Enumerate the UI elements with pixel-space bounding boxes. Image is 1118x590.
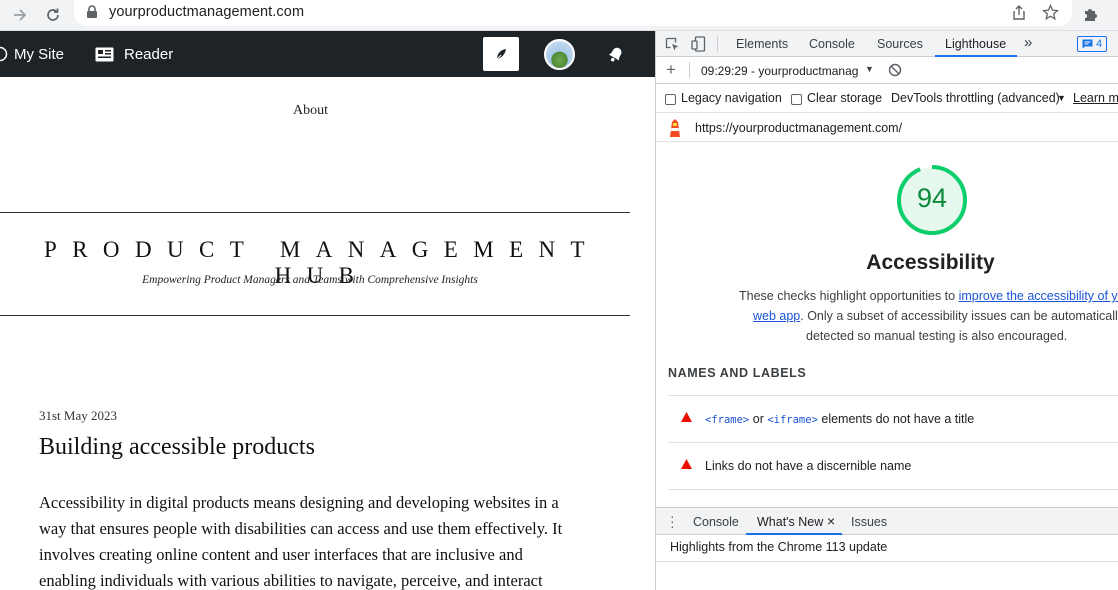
drawer-tab-bar: · · · Console What's New × Issues: [656, 507, 1118, 535]
clear-all-icon[interactable]: [888, 63, 902, 77]
desc-line-3: detected so manual testing is also encou…: [806, 329, 1068, 343]
audit-row-frame-title[interactable]: <frame> or <iframe> elements do not have…: [668, 396, 1118, 442]
audit-group-title: NAMES AND LABELS: [668, 366, 807, 380]
share-icon[interactable]: [1011, 4, 1027, 21]
device-toolbar-icon[interactable]: [691, 36, 706, 52]
fail-triangle-icon: [681, 459, 692, 469]
score-value: 94: [916, 183, 948, 213]
category-title: Accessibility: [656, 251, 1118, 275]
reader-button[interactable]: Reader: [95, 31, 173, 77]
audit-text: elements do not have a title: [817, 412, 975, 426]
clear-storage-label: Clear storage: [807, 91, 883, 105]
reader-label: Reader: [124, 45, 174, 63]
address-url: yourproductmanagement.com: [109, 4, 305, 20]
bell-icon[interactable]: [605, 43, 627, 65]
chevron-down-icon[interactable]: ▼: [865, 64, 874, 74]
feather-icon: [495, 49, 506, 61]
desc-text: . Only a subset of accessibility issues …: [800, 309, 1118, 323]
toolbar-divider: [689, 62, 690, 78]
inspect-element-icon[interactable]: [665, 37, 680, 52]
category-description: These checks highlight opportunities to …: [696, 286, 1118, 346]
post-body-line: enabling individuals with various abilit…: [39, 571, 543, 590]
forward-button[interactable]: [8, 3, 32, 27]
audit-row-link-name[interactable]: Links do not have a discernible name: [668, 443, 1118, 489]
clear-storage-checkbox[interactable]: [791, 94, 802, 105]
message-icon: [1082, 39, 1093, 49]
tab-sources[interactable]: Sources: [877, 37, 923, 51]
avatar[interactable]: [544, 39, 575, 70]
whats-new-headline: Highlights from the Chrome 113 update: [670, 540, 888, 554]
lighthouse-icon: [670, 119, 680, 137]
arrow-right-icon: [14, 9, 27, 21]
drawer-divider: [656, 561, 1118, 562]
tab-lighthouse[interactable]: Lighthouse: [945, 37, 1006, 51]
legacy-navigation-label: Legacy navigation: [681, 91, 782, 105]
web-app-link[interactable]: web app: [753, 309, 800, 323]
tab-elements[interactable]: Elements: [736, 37, 788, 51]
chevron-down-icon[interactable]: ▼: [1057, 93, 1066, 103]
devtools-tab-bar: Elements Console Sources Lighthouse » 4: [656, 31, 1118, 57]
drawer-tab-whats-new[interactable]: What's New: [757, 515, 823, 529]
nav-link-about[interactable]: About: [293, 103, 328, 119]
extensions-icon[interactable]: [1082, 6, 1099, 23]
new-report-button[interactable]: +: [666, 60, 676, 80]
reload-button[interactable]: [41, 3, 65, 27]
audit-title: <frame> or <iframe> elements do not have…: [705, 412, 974, 426]
lighthouse-options-row: Legacy navigation Clear storage DevTools…: [656, 86, 1118, 112]
drawer-active-indicator: [746, 533, 842, 535]
write-button[interactable]: [483, 37, 519, 71]
issues-count: 4: [1096, 38, 1103, 50]
throttling-select[interactable]: DevTools throttling (advanced): [891, 91, 1060, 105]
tab-divider: [717, 36, 718, 52]
post-body: Accessibility in digital products means …: [39, 490, 589, 590]
lighthouse-toolbar: + 09:29:29 - yourproductmanag ▼: [656, 57, 1118, 84]
my-site-button[interactable]: My Site: [0, 31, 64, 77]
devtools-panel: Elements Console Sources Lighthouse » 4 …: [655, 31, 1118, 590]
star-icon[interactable]: [1042, 4, 1059, 21]
site-content: About PRODUCT MANAGEMENT HUB Empowering …: [0, 77, 655, 590]
header-bottom-rule: [0, 315, 630, 316]
reader-icon: [95, 47, 114, 61]
tab-console[interactable]: Console: [809, 37, 855, 51]
desc-text: These checks highlight opportunities to: [739, 289, 959, 303]
improve-accessibility-link[interactable]: improve the accessibility of you: [959, 289, 1118, 303]
audit-divider: [668, 489, 1118, 490]
post-title[interactable]: Building accessible products: [39, 434, 315, 461]
post-date: 31st May 2023: [39, 408, 117, 423]
issues-badge[interactable]: 4: [1077, 36, 1108, 52]
wp-admin-bar: My Site Reader: [0, 31, 655, 77]
audited-url-row: https://yourproductmanagement.com/: [656, 112, 1118, 142]
report-select[interactable]: 09:29:29 - yourproductmanag: [701, 64, 858, 78]
audited-url: https://yourproductmanagement.com/: [695, 121, 903, 135]
close-icon[interactable]: ×: [827, 513, 835, 529]
browser-toolbar: yourproductmanagement.com: [0, 0, 1118, 31]
wordpress-icon: [0, 46, 8, 62]
post-body-line: Accessibility in digital products means …: [39, 493, 559, 512]
header-top-rule: [0, 212, 630, 213]
site-tagline: Empowering Product Managers and Teams wi…: [142, 274, 478, 286]
desc-line-1: These checks highlight opportunities to …: [696, 286, 1118, 306]
audit-code: <iframe>: [767, 414, 818, 426]
address-bar[interactable]: yourproductmanagement.com: [74, 0, 1072, 26]
fail-triangle-icon: [681, 412, 692, 422]
audit-title: Links do not have a discernible name: [705, 459, 912, 473]
drawer-tab-console[interactable]: Console: [693, 515, 739, 529]
lock-icon: [87, 5, 97, 18]
learn-more-link[interactable]: Learn mo: [1073, 91, 1118, 105]
reload-icon: [47, 8, 59, 21]
post-body-line: way that ensures people with disabilitie…: [39, 519, 563, 538]
audit-code: <frame>: [705, 414, 750, 426]
post-body-line: involves creating online content and use…: [39, 545, 523, 564]
category-title-text: Accessibility: [866, 251, 995, 274]
legacy-navigation-checkbox[interactable]: [665, 94, 676, 105]
audit-text: or: [749, 412, 768, 426]
desc-line-2: web app. Only a subset of accessibility …: [696, 306, 1118, 326]
drawer-tab-issues[interactable]: Issues: [851, 515, 887, 529]
my-site-label: My Site: [14, 45, 65, 63]
more-tabs-button[interactable]: »: [1024, 34, 1032, 51]
more-vertical-icon[interactable]: · · ·: [670, 509, 675, 533]
